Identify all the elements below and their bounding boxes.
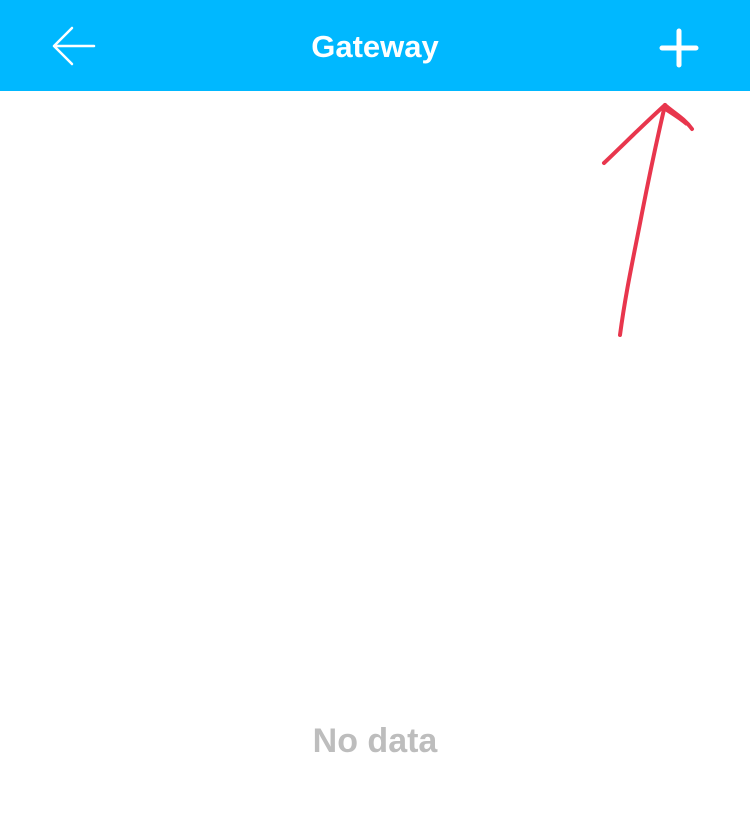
plus-icon xyxy=(659,28,699,68)
content-area: No data xyxy=(0,91,750,817)
navigation-bar: Gateway xyxy=(0,0,750,91)
empty-state-message: No data xyxy=(312,722,438,760)
add-button[interactable] xyxy=(648,16,710,78)
page-title: Gateway xyxy=(311,29,439,64)
